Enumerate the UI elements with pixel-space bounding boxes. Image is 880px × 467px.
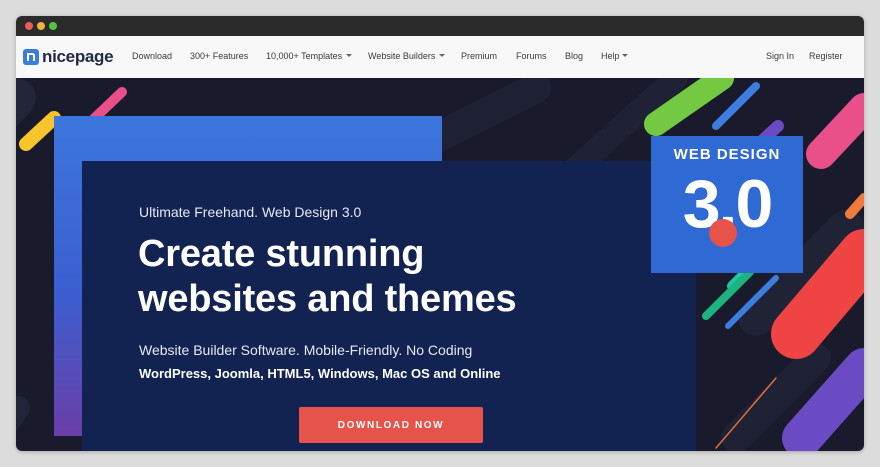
hero-tagline: Ultimate Freehand. Web Design 3.0 bbox=[139, 204, 362, 220]
chevron-down-icon bbox=[439, 54, 446, 57]
nav-item-label: 10,000+ Templates bbox=[266, 51, 343, 61]
chevron-down-icon bbox=[346, 54, 353, 57]
hero-headline-line1: Create stunning bbox=[138, 233, 425, 275]
sign-in-link[interactable]: Sign In bbox=[766, 50, 794, 62]
hero-platforms: WordPress, Joomla, HTML5, Windows, Mac O… bbox=[139, 366, 501, 381]
nicepage-logo-icon bbox=[23, 49, 39, 65]
badge-dot-decoration bbox=[709, 219, 737, 247]
nav-item-blog[interactable]: Blog bbox=[565, 50, 583, 62]
hero-headline-line2: websites and themes bbox=[138, 278, 517, 320]
nav-item-help[interactable]: Help bbox=[601, 50, 628, 62]
browser-titlebar bbox=[16, 16, 864, 36]
nav-item-forums[interactable]: Forums bbox=[516, 50, 547, 62]
hero-section: Ultimate Freehand. Web Design 3.0 Create… bbox=[16, 78, 864, 451]
nav-item-label: Blog bbox=[565, 51, 584, 61]
web-design-badge: WEB DESIGN 3.0 bbox=[651, 136, 803, 273]
nav-item-templates[interactable]: 10,000+ Templates bbox=[266, 50, 353, 62]
nav-item-label: Forums bbox=[516, 51, 547, 61]
nav-item-features[interactable]: 300+ Features bbox=[190, 50, 248, 62]
badge-title: WEB DESIGN bbox=[673, 146, 781, 163]
browser-window: nicepage Download 300+ Features 10,000+ … bbox=[16, 16, 864, 451]
hero-headline: Create stunning websites and themes bbox=[138, 232, 658, 322]
nav-item-label: 300+ Features bbox=[190, 51, 249, 61]
nav-item-website-builders[interactable]: Website Builders bbox=[368, 50, 446, 62]
nav-item-premium[interactable]: Premium bbox=[461, 50, 497, 62]
site-logo[interactable]: nicepage bbox=[23, 47, 114, 67]
download-now-button[interactable]: DOWNLOAD NOW bbox=[299, 407, 483, 443]
hero-subtitle: Website Builder Software. Mobile-Friendl… bbox=[139, 342, 473, 358]
nav-item-label: Website Builders bbox=[368, 51, 436, 61]
maximize-window-button[interactable] bbox=[49, 22, 57, 30]
nav-item-label: Help bbox=[601, 51, 620, 61]
close-window-button[interactable] bbox=[25, 22, 33, 30]
minimize-window-button[interactable] bbox=[37, 22, 45, 30]
nav-item-label: Premium bbox=[461, 51, 498, 61]
logo-text: nicepage bbox=[42, 47, 114, 66]
site-navbar: nicepage Download 300+ Features 10,000+ … bbox=[16, 36, 864, 79]
chevron-down-icon bbox=[621, 54, 628, 57]
nav-item-download[interactable]: Download bbox=[132, 50, 172, 62]
register-link[interactable]: Register bbox=[809, 50, 843, 62]
nav-item-label: Download bbox=[132, 51, 173, 61]
